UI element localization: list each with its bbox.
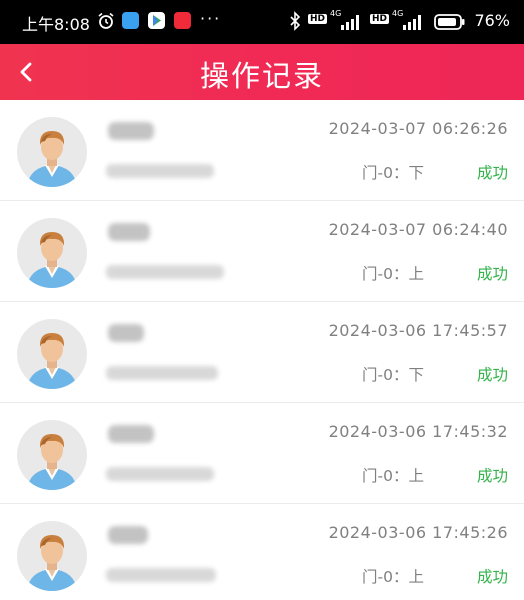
record-status: 成功 [476, 568, 508, 586]
blurred-user-name [108, 324, 144, 342]
blurred-phone-number [106, 467, 214, 481]
record-item[interactable]: 2024-03-06 17:45:26 门-0：上 成功 [0, 504, 524, 600]
record-status: 成功 [476, 164, 508, 182]
shopping-app-icon [174, 12, 191, 29]
user-avatar-icon [27, 434, 77, 490]
record-time: 2024-03-06 17:45:32 [328, 422, 508, 441]
page-title: 操作记录 [199, 59, 324, 93]
record-item[interactable]: 2024-03-07 06:26:26 门-0：下 成功 [0, 100, 524, 201]
blurred-user-name [108, 526, 148, 544]
more-notifications-icon: ··· [200, 9, 222, 28]
bluetooth-icon [290, 11, 301, 31]
battery-percent: 76% [474, 11, 510, 30]
connectivity-cluster: HD 4G HD 4G [288, 9, 468, 31]
blurred-phone-number [106, 265, 224, 279]
avatar [17, 319, 87, 389]
hd-badge-2: HD [370, 14, 390, 24]
notification-app-icon [122, 12, 139, 29]
record-door: 门-0：下 [362, 164, 424, 182]
record-status: 成功 [476, 366, 508, 384]
record-item[interactable]: 2024-03-07 06:24:40 门-0：上 成功 [0, 201, 524, 302]
record-door: 门-0：上 [362, 265, 424, 283]
record-door: 门-0：上 [362, 568, 424, 586]
signal-strength-icon [341, 15, 359, 30]
signal-strength-icon-2 [403, 15, 421, 30]
record-door: 门-0：上 [362, 467, 424, 485]
app-header: 操作记录 [0, 44, 524, 100]
blurred-phone-number [106, 164, 214, 178]
record-item[interactable]: 2024-03-06 17:45:57 门-0：下 成功 [0, 302, 524, 403]
blurred-phone-number [106, 568, 216, 582]
status-time: 上午8:08 [22, 15, 90, 34]
user-avatar-icon [27, 535, 77, 591]
blurred-user-name [108, 223, 150, 241]
avatar [17, 117, 87, 187]
user-avatar-icon [27, 333, 77, 389]
alarm-clock-icon [98, 12, 114, 29]
record-time: 2024-03-06 17:45:57 [328, 321, 508, 340]
battery-icon [434, 14, 465, 30]
status-bar: 上午8:08 ··· HD 4G HD 4G 76% [0, 0, 524, 44]
blurred-user-name [108, 425, 154, 443]
avatar [17, 521, 87, 591]
record-time: 2024-03-07 06:24:40 [328, 220, 508, 239]
play-store-icon [148, 12, 165, 29]
record-door: 门-0：下 [362, 366, 424, 384]
blurred-phone-number [106, 366, 218, 380]
blurred-user-name [108, 122, 154, 140]
record-time: 2024-03-07 06:26:26 [328, 119, 508, 138]
avatar [17, 420, 87, 490]
record-status: 成功 [476, 467, 508, 485]
user-avatar-icon [27, 232, 77, 288]
record-list: 2024-03-07 06:26:26 门-0：下 成功 2024-03-07 … [0, 100, 524, 600]
user-avatar-icon [27, 131, 77, 187]
record-item[interactable]: 2024-03-06 17:45:32 门-0：上 成功 [0, 403, 524, 504]
avatar [17, 218, 87, 288]
hd-badge-1: HD [308, 14, 328, 24]
record-status: 成功 [476, 265, 508, 283]
record-time: 2024-03-06 17:45:26 [328, 523, 508, 542]
